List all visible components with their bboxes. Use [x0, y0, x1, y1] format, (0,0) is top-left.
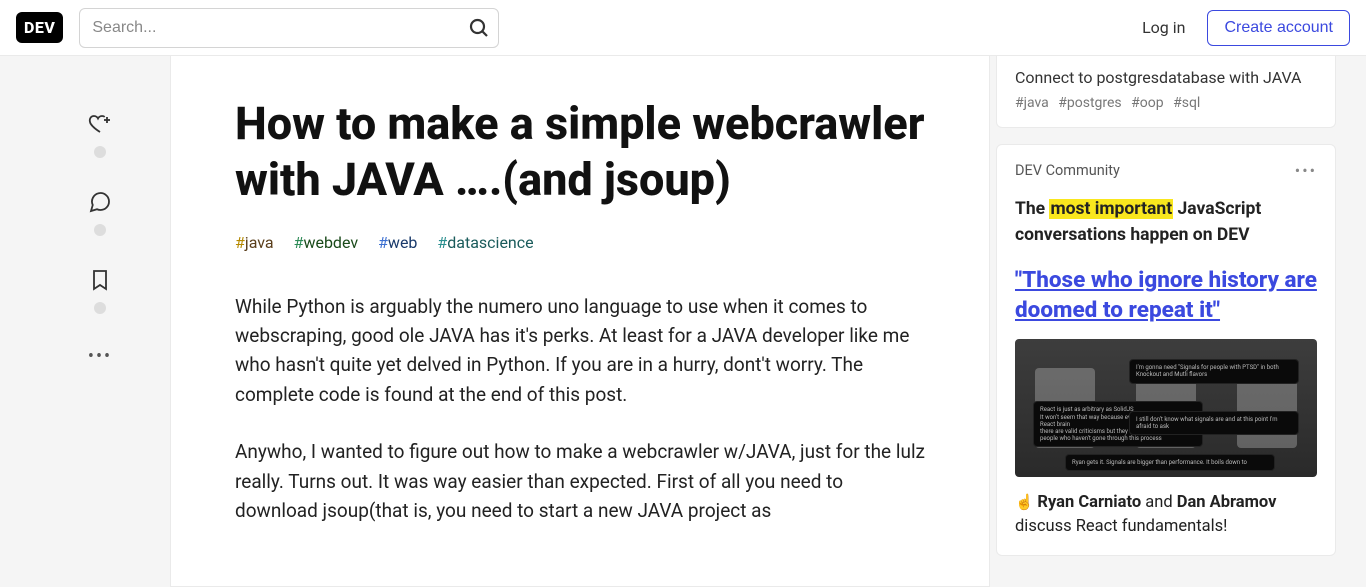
- related-tags: #java #postgres #oop #sql: [1015, 95, 1317, 111]
- community-headline-link[interactable]: "Those who ignore history are doomed to …: [1015, 265, 1317, 326]
- community-image[interactable]: React is just as arbitrary as SolidJSIt …: [1015, 339, 1317, 477]
- community-card: DEV Community ••• The most important Jav…: [996, 144, 1336, 556]
- point-up-icon: ☝️: [1015, 493, 1037, 511]
- login-link[interactable]: Log in: [1128, 10, 1199, 45]
- article-title: How to make a simple webcrawler with JAV…: [235, 96, 925, 209]
- tag-java[interactable]: #java: [235, 233, 274, 252]
- comment-icon: [88, 190, 112, 214]
- tag-web[interactable]: #web: [378, 233, 417, 252]
- related-card[interactable]: Connect to postgresdatabase with JAVA #j…: [996, 56, 1336, 128]
- tag-webdev[interactable]: #webdev: [294, 233, 359, 252]
- comment-count-dot: [94, 224, 106, 236]
- article-paragraph: Anywho, I wanted to figure out how to ma…: [235, 437, 925, 525]
- community-footer: ☝️ Ryan Carniato and Dan Abramov discuss…: [1015, 491, 1317, 539]
- community-blurb: The most important JavaScript conversati…: [1015, 196, 1317, 249]
- community-label: DEV Community: [1015, 162, 1120, 179]
- related-title: Connect to postgresdatabase with JAVA: [1015, 68, 1317, 87]
- more-action[interactable]: •••: [88, 346, 112, 367]
- community-menu-icon[interactable]: •••: [1295, 161, 1317, 180]
- bookmark-icon: [88, 268, 112, 292]
- right-sidebar: Connect to postgresdatabase with JAVA #j…: [990, 56, 1336, 587]
- more-icon: •••: [88, 346, 112, 367]
- search-icon: [467, 16, 491, 40]
- reaction-rail: •••: [30, 56, 170, 587]
- bookmark-count-dot: [94, 302, 106, 314]
- create-account-button[interactable]: Create account: [1207, 10, 1350, 46]
- comment-action[interactable]: [88, 190, 112, 236]
- dev-logo[interactable]: DEV: [16, 12, 63, 43]
- like-action[interactable]: [88, 112, 112, 158]
- tag-datascience[interactable]: #datascience: [437, 233, 533, 252]
- top-header: DEV Log in Create account: [0, 0, 1366, 56]
- like-count-dot: [94, 146, 106, 158]
- heart-plus-icon: [88, 112, 112, 136]
- article-main: How to make a simple webcrawler with JAV…: [170, 56, 990, 587]
- search-button[interactable]: [463, 12, 495, 44]
- search-wrap: [79, 8, 499, 48]
- article-paragraph: While Python is arguably the numero uno …: [235, 292, 925, 410]
- bookmark-action[interactable]: [88, 268, 112, 314]
- tags-row: #java #webdev #web #datascience: [235, 233, 925, 252]
- search-input[interactable]: [79, 8, 499, 48]
